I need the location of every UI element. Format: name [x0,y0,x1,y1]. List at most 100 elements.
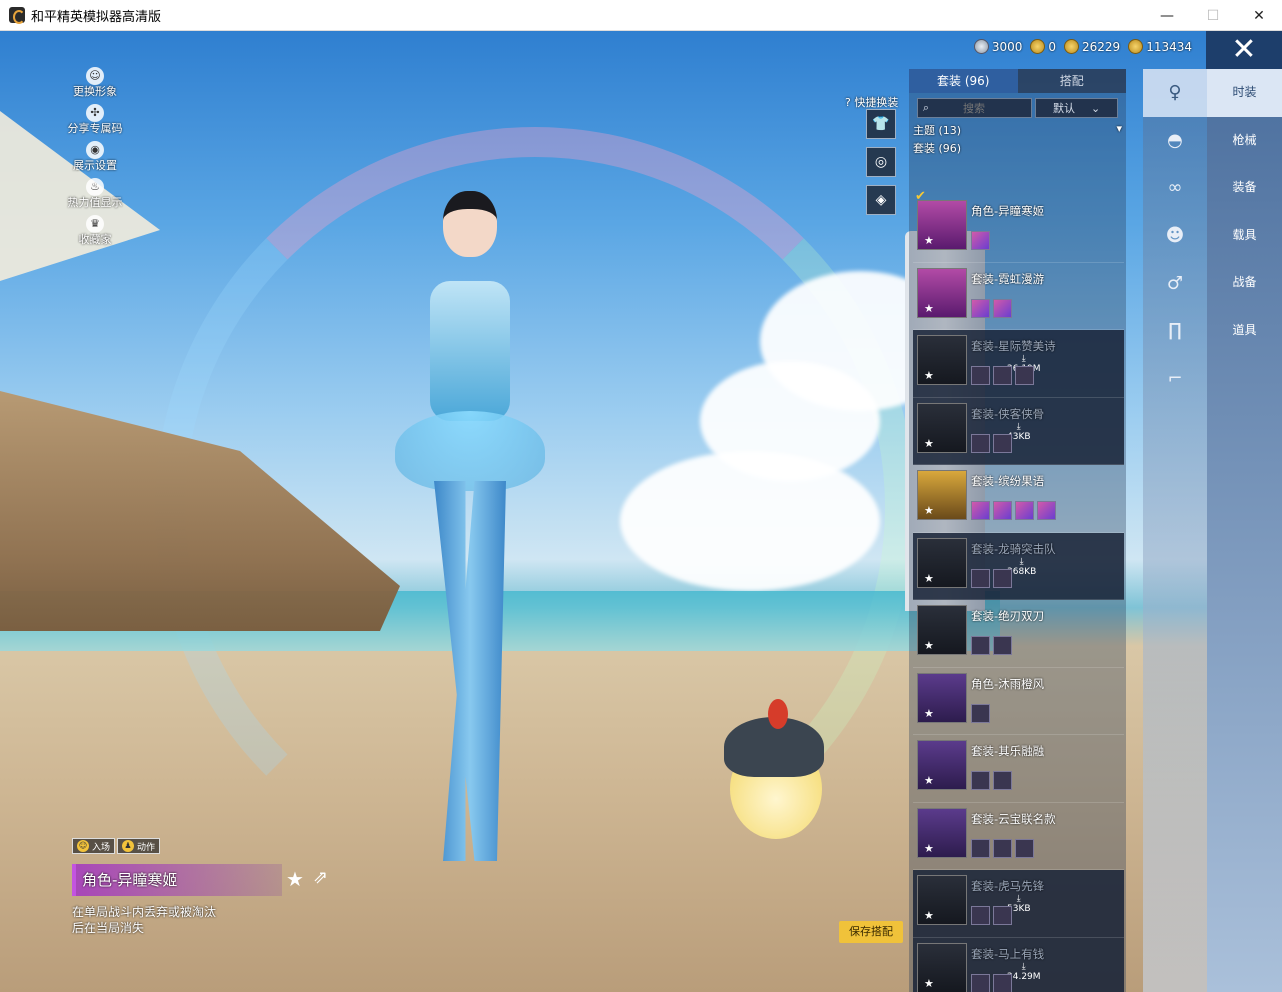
category-items[interactable]: 道具 [1207,307,1282,355]
star-icon[interactable]: ★ [924,639,934,652]
outfit-thumbnail: ★ [917,740,967,790]
part-icon [993,298,1012,318]
quick-slot-2[interactable]: ◎ [866,147,896,177]
star-icon[interactable]: ★ [924,909,934,922]
outfit-item[interactable]: ★ 套装-其乐融融 [913,735,1124,803]
part-icon [993,433,1012,453]
outfit-thumbnail: ★ [917,605,967,655]
outfit-thumbnail: ★ [917,807,967,858]
outfit-item[interactable]: ★ 套装-星际赞美诗 ⤓26.19M [913,330,1124,398]
chevron-down-icon: ⌄ [1090,101,1101,115]
shoes-icon[interactable]: ⌐ [1143,355,1207,403]
outfit-panel: 套装 (96) 搭配 ⌕ 默认 ⌄ 主题 (13) ▾ 套装 (96) ✔ ★ … [909,69,1126,992]
star-icon[interactable]: ★ [924,977,934,990]
outfit-item[interactable]: ★ 套装-云宝联名款 [913,803,1124,870]
close-icon[interactable]: ✕ [1206,31,1282,69]
character-head [443,191,497,257]
outfit-parts [971,501,1056,520]
save-combo-button[interactable]: 保存搭配 [839,921,903,943]
left-menu: ☺ 更换形象 ✣ 分享专属码 ◉ 展示设置 ♨ 热力值显示 ♛ 收藏家 [60,67,130,252]
share-icon[interactable]: ⇗ [313,867,328,888]
tab-combos[interactable]: 搭配 [1017,69,1126,93]
part-icon [971,433,990,453]
part-icon [1015,366,1034,385]
sort-dropdown[interactable]: 默认 ⌄ [1035,98,1118,118]
window-close-button[interactable]: ✕ [1236,0,1282,31]
pants-icon[interactable]: ∏ [1143,307,1207,355]
mask-icon[interactable]: ☻ [1143,212,1207,260]
outfit-item[interactable]: ✔ ★ 角色-异瞳寒姬 [913,189,1124,263]
part-icon [971,231,990,250]
change-avatar-button[interactable]: ☺ 更换形象 [60,67,130,104]
entry-animation-button[interactable]: ☺ 入场 [72,838,116,854]
shirt-icon: 👕 [872,116,890,132]
part-icon [993,568,1012,588]
outfit-item[interactable]: ★ 角色-沐雨橙风 [913,668,1124,735]
outfit-item[interactable]: ★ 套装-霓虹漫游 [913,263,1124,330]
app-logo-icon [9,7,25,24]
outfit-item[interactable]: ★ 套装-缤纷果语 [913,465,1124,533]
outfit-parts [971,636,1012,655]
quick-slot-1[interactable]: 👕 [866,109,896,139]
body-icon[interactable]: ♂ [1143,259,1207,307]
quick-slot-3[interactable]: ◈ [866,185,896,215]
star-icon[interactable]: ★ [924,234,934,247]
outfit-parts [971,906,1012,925]
star-icon[interactable]: ★ [924,302,934,315]
action-animation-button[interactable]: ♟ 动作 [117,838,161,854]
star-icon[interactable]: ★ [924,707,934,720]
outfit-item[interactable]: ★ 套装-虎马先锋 ⤓ 53KB [913,870,1124,938]
display-settings-button[interactable]: ◉ 展示设置 [60,141,130,178]
quick-change-label[interactable]: ? 快捷换装 [845,94,898,110]
part-icon [971,298,990,318]
part-icon [1037,501,1056,520]
star-icon[interactable]: ★ [924,774,934,787]
star-icon[interactable]: ★ [924,842,934,855]
window-controls: — ☐ ✕ [1144,0,1282,31]
part-icon [993,973,1012,992]
outfit-parts [971,838,1034,858]
category-supplies[interactable]: 战备 [1207,259,1282,307]
goggles-icon[interactable]: ∞ [1143,164,1207,212]
heat-display-button[interactable]: ♨ 热力值显示 [60,178,130,215]
smile-icon: ☺ [77,840,89,852]
favorite-star-icon[interactable]: ★ [286,867,304,891]
search-input[interactable] [934,101,1014,115]
category-vehicles[interactable]: 载具 [1207,212,1282,260]
outfit-parts [971,973,1012,992]
star-icon[interactable]: ★ [924,572,934,585]
outfit-item[interactable]: ★ 套装-侠客侠骨 ⤓ 43KB [913,397,1124,465]
title-bar: 和平精英模拟器高清版 — ☐ ✕ [0,0,1282,31]
eye-icon: ◉ [86,141,104,159]
collector-button[interactable]: ♛ 收藏家 [60,215,130,252]
outfit-item[interactable]: ★ 套装-龙骑突击队 ⤓ 368KB [913,532,1124,600]
category-fashion[interactable]: 时装 [1207,69,1282,117]
star-icon[interactable]: ★ [924,504,934,517]
share-code-icon: ✣ [86,104,104,122]
player-character[interactable] [395,171,545,871]
gold-coin-icon [1030,39,1046,54]
part-icon [993,636,1012,655]
tab-outfits[interactable]: 套装 (96) [909,69,1018,93]
outfit-parts [971,231,990,250]
theme-filter[interactable]: 主题 (13) ▾ [913,122,1122,138]
badge-icon: ◎ [874,154,888,170]
minimize-button[interactable]: — [1144,0,1190,31]
outfit-item[interactable]: ★ 套装-绝刃双刀 [913,600,1124,668]
outfit-parts [971,568,1012,588]
outfit-thumbnail: ★ [917,200,967,250]
download-indicator[interactable]: ⤓ 24.29M [1007,962,1041,982]
category-guns[interactable]: 枪械 [1207,117,1282,165]
maximize-button[interactable]: ☐ [1190,0,1236,31]
category-equipment[interactable]: 装备 [1207,164,1282,212]
star-icon[interactable]: ★ [924,437,934,450]
outfit-item[interactable]: ★ 套装-马上有钱 ⤓ 24.29M [913,937,1124,992]
share-code-button[interactable]: ✣ 分享专属码 [60,104,130,141]
search-field[interactable]: ⌕ [917,98,1033,118]
currency-bar: 3000 0 26229 113434 [973,39,1192,54]
diamond-icon: ◈ [875,192,887,208]
hat-icon[interactable]: ◓ [1143,117,1207,165]
outfit-icon[interactable]: ♀ [1143,69,1207,117]
dropdown-arrow-icon: ▾ [1116,122,1122,135]
star-icon[interactable]: ★ [924,369,934,382]
